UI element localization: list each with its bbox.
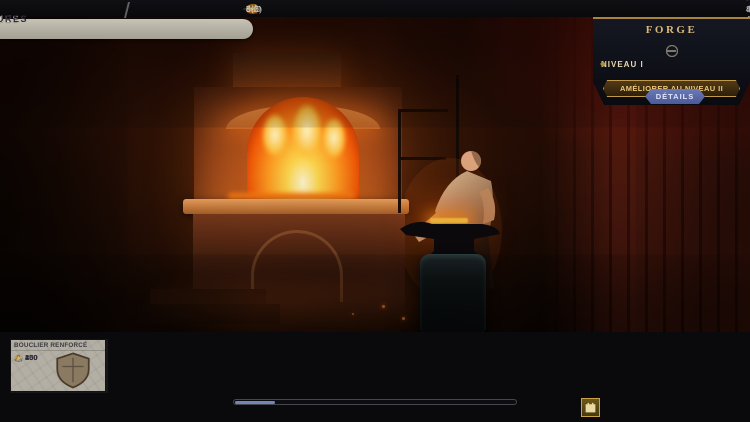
hearth-ledge — [183, 199, 409, 214]
level-slot-3 — [665, 45, 678, 57]
building-shortcut-keep[interactable] — [581, 398, 600, 417]
leather-icon — [14, 354, 23, 362]
level-label: Niveau I — [601, 59, 644, 69]
tab-label: Armures — [0, 14, 29, 24]
details-button[interactable]: Détails — [645, 89, 705, 104]
forge-panel-title: Forge — [645, 24, 698, 36]
ember — [402, 317, 405, 320]
recipe-scrollbar[interactable] — [233, 399, 517, 405]
recipe-card-list: Hache renforcée450200350150Arc renforcé4… — [10, 339, 750, 393]
crafting-bar: Hache renforcée450200350150Arc renforcé4… — [0, 332, 750, 422]
ember — [382, 305, 385, 308]
anvil-stand — [420, 254, 486, 332]
resource-value: 0(0) — [246, 3, 263, 14]
level-progress-track — [593, 43, 750, 59]
shield-icon — [42, 349, 104, 391]
category-tabs: ArmesArmures — [0, 14, 253, 39]
top-resource-bar: 4005050500(0) Jour 2 - Mois 4 - Annee 1 … — [0, 0, 750, 34]
recipe-scrollbar-thumb[interactable] — [235, 400, 275, 404]
settings-gear-icon[interactable] — [746, 3, 750, 15]
resource-trophy[interactable]: 0(0) — [243, 4, 262, 14]
cost-value: 150 — [25, 353, 38, 362]
ember — [352, 313, 354, 315]
game-viewport: 4005050500(0) Jour 2 - Mois 4 - Annee 1 … — [0, 0, 750, 422]
recipe-card[interactable]: Bouclier renforcé 450 200 350 150 — [10, 339, 106, 392]
details-button-label: Détails — [655, 92, 695, 101]
keep-icon — [584, 401, 597, 414]
